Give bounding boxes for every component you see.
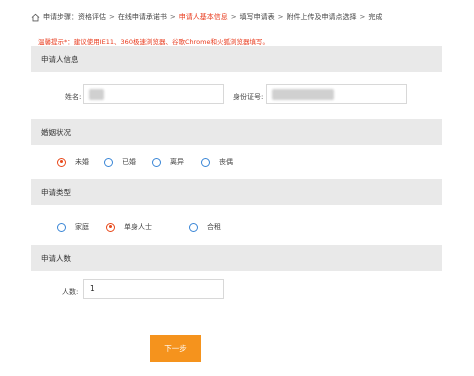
radio-circle bbox=[57, 222, 66, 232]
name-field[interactable] bbox=[83, 84, 224, 104]
radio-label: 未婚 bbox=[75, 158, 89, 166]
radio-married[interactable]: 已婚 bbox=[104, 157, 152, 167]
radio-label: 已婚 bbox=[122, 158, 136, 166]
section-title: 婚姻状况 bbox=[41, 128, 71, 137]
radio-label: 丧偶 bbox=[219, 158, 233, 166]
marital-status-body: 未婚 已婚 离异 丧偶 bbox=[31, 145, 442, 179]
home-icon bbox=[31, 13, 40, 21]
breadcrumb-step-4: 填写申请表 bbox=[239, 13, 275, 21]
radio-circle bbox=[104, 157, 113, 167]
breadcrumb-step-5: 附件上传及申请点选择 bbox=[286, 13, 357, 21]
radio-circle bbox=[201, 157, 210, 167]
applicant-info-body: 姓名: 身份证号: bbox=[31, 72, 442, 120]
radio-family[interactable]: 家庭 bbox=[57, 222, 106, 232]
breadcrumb: 申请步骤： 资格评估 > 在线申请承诺书 > 申请人基本信息 > 填写申请表 >… bbox=[31, 11, 382, 23]
breadcrumb-separator: > bbox=[230, 13, 237, 21]
breadcrumb-separator: > bbox=[109, 13, 115, 21]
breadcrumb-step-6: 完成 bbox=[368, 13, 383, 21]
name-label: 姓名: bbox=[65, 93, 82, 101]
radio-label: 家庭 bbox=[75, 223, 89, 231]
radio-label: 离异 bbox=[170, 158, 184, 166]
redacted-value bbox=[272, 89, 334, 100]
count-label: 人数: bbox=[62, 288, 79, 296]
radio-circle bbox=[189, 222, 198, 232]
breadcrumb-separator: > bbox=[359, 13, 366, 21]
radio-circle bbox=[152, 157, 161, 167]
breadcrumb-step-2: 在线申请承诺书 bbox=[117, 13, 167, 21]
id-number-label: 身份证号: bbox=[233, 93, 264, 101]
radio-circle-checked bbox=[57, 157, 66, 167]
section-title: 申请人数 bbox=[41, 254, 71, 263]
radio-shared-rent[interactable]: 合租 bbox=[189, 222, 221, 232]
breadcrumb-prefix: 申请步骤： bbox=[43, 13, 78, 21]
section-title: 申请人信息 bbox=[41, 55, 79, 64]
apply-type-radio-group: 家庭 单身人士 合租 bbox=[57, 222, 221, 232]
count-field[interactable]: 1 bbox=[83, 279, 224, 299]
apply-type-header: 申请类型 bbox=[31, 179, 442, 205]
breadcrumb-separator: > bbox=[169, 13, 176, 21]
apply-count-body: 人数: 1 bbox=[31, 271, 442, 315]
browser-tip: 温馨提示*：建议使用IE11、360极速浏览器、谷歌Chrome和火狐浏览器填写… bbox=[38, 38, 269, 46]
radio-label: 单身人士 bbox=[124, 223, 152, 231]
redacted-value bbox=[89, 89, 104, 100]
radio-unmarried[interactable]: 未婚 bbox=[57, 157, 104, 167]
radio-widowed[interactable]: 丧偶 bbox=[201, 157, 233, 167]
apply-count-header: 申请人数 bbox=[31, 245, 442, 271]
marital-status-radio-group: 未婚 已婚 离异 丧偶 bbox=[57, 157, 233, 167]
id-number-field[interactable] bbox=[266, 84, 407, 104]
section-title: 申请类型 bbox=[41, 188, 71, 197]
breadcrumb-step-3: 申请人基本信息 bbox=[178, 13, 228, 21]
breadcrumb-step-1: 资格评估 bbox=[78, 13, 106, 21]
radio-label: 合租 bbox=[207, 223, 221, 231]
radio-divorced[interactable]: 离异 bbox=[152, 157, 201, 167]
marital-status-header: 婚姻状况 bbox=[31, 119, 442, 145]
radio-single[interactable]: 单身人士 bbox=[106, 222, 189, 232]
radio-circle-checked bbox=[106, 222, 115, 232]
applicant-info-header: 申请人信息 bbox=[31, 46, 442, 72]
apply-type-body: 家庭 单身人士 合租 bbox=[31, 205, 442, 245]
breadcrumb-separator: > bbox=[277, 13, 284, 21]
next-step-button[interactable]: 下一步 bbox=[150, 335, 201, 362]
